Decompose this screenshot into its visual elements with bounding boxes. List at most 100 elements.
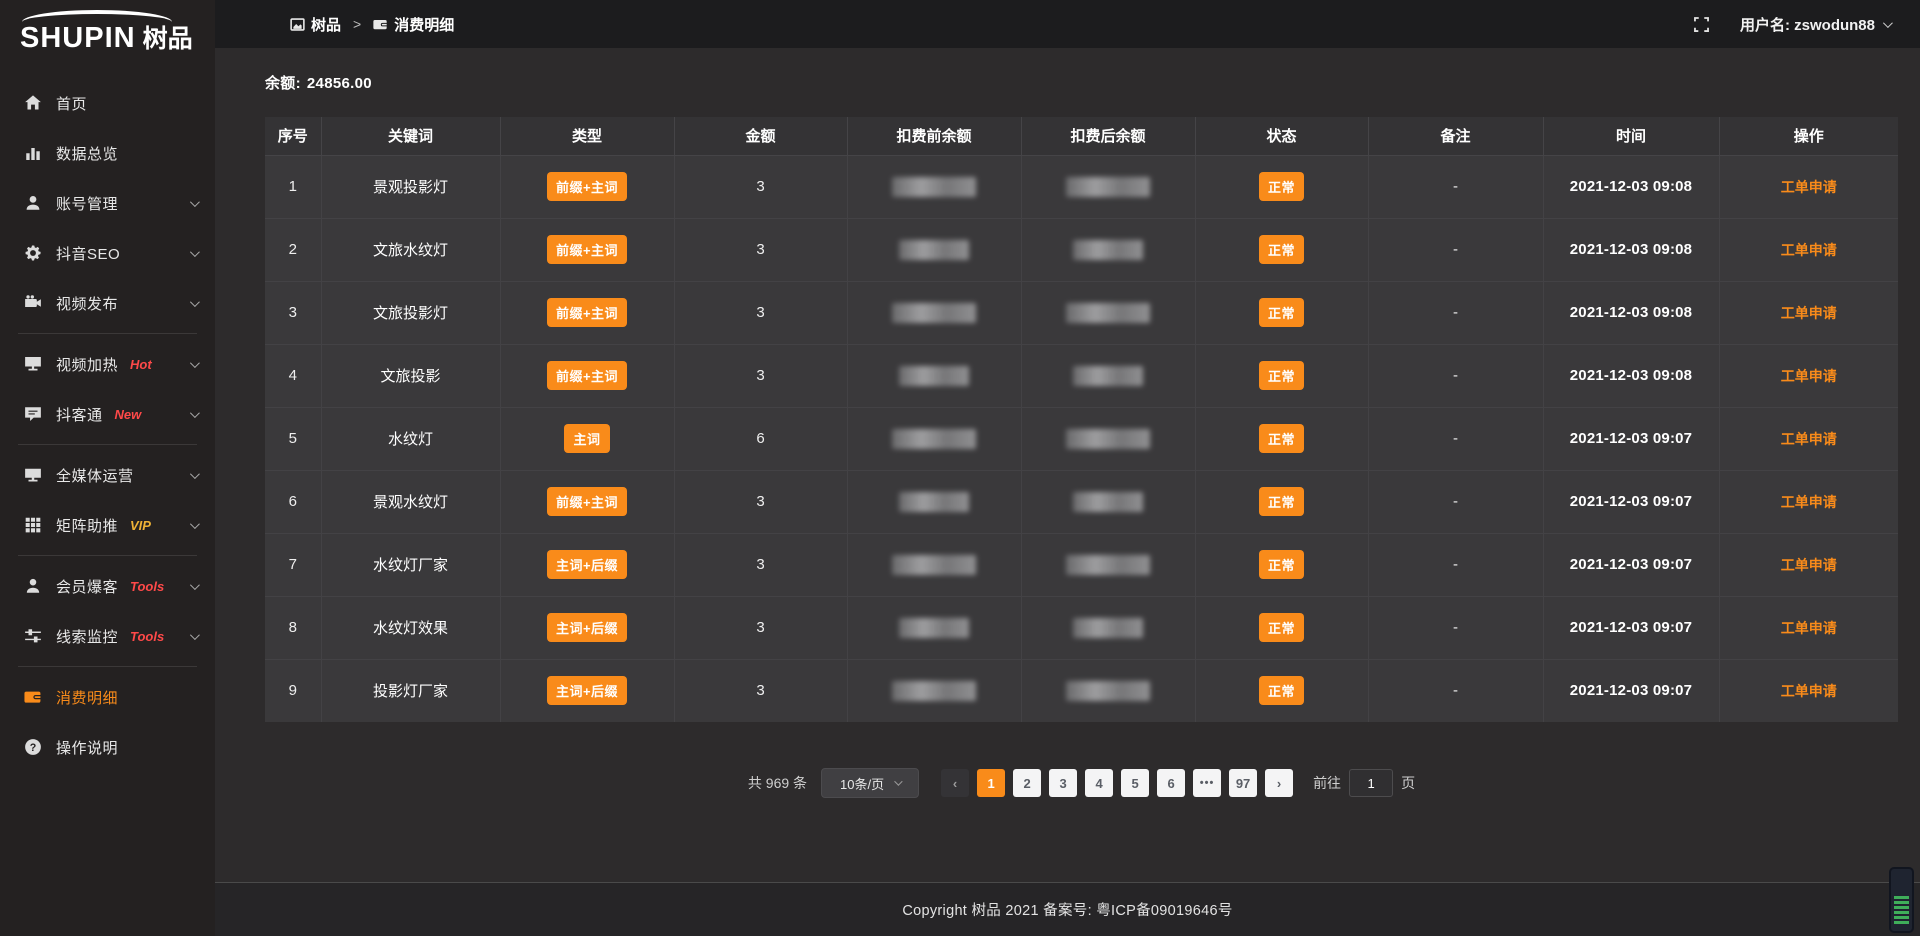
ticket-request-link[interactable]: 工单申请	[1781, 494, 1837, 510]
serial-cell: 9	[265, 659, 321, 722]
status-cell: 正常	[1195, 218, 1368, 281]
next-page-button[interactable]: ›	[1265, 769, 1293, 797]
time-cell: 2021-12-03 09:07	[1543, 596, 1719, 659]
page-button-97[interactable]: 97	[1229, 769, 1257, 797]
sidebar-item-线索监控[interactable]: 线索监控 Tools	[0, 611, 215, 661]
ticket-request-link[interactable]: 工单申请	[1781, 305, 1837, 321]
masked-balance-before	[899, 618, 969, 638]
sidebar-item-数据总览[interactable]: 数据总览	[0, 128, 215, 178]
sidebar-item-操作说明[interactable]: ? 操作说明	[0, 722, 215, 772]
status-cell: 正常	[1195, 596, 1368, 659]
user-menu[interactable]: 用户名: zswodun88	[1740, 14, 1890, 35]
balance-before-cell	[847, 218, 1021, 281]
ticket-request-link[interactable]: 工单申请	[1781, 557, 1837, 573]
serial-cell: 6	[265, 470, 321, 533]
page-button-6[interactable]: 6	[1157, 769, 1185, 797]
sidebar-item-矩阵助推[interactable]: 矩阵助推 VIP	[0, 500, 215, 550]
masked-balance-before	[892, 555, 976, 575]
type-cell: 主词+后缀	[500, 533, 674, 596]
topbar: 树品 > 消费明细 用户名: zswodun88	[215, 0, 1920, 48]
sidebar-item-会员爆客[interactable]: 会员爆客 Tools	[0, 561, 215, 611]
balance-value: 24856.00	[307, 75, 372, 92]
chevron-down-icon	[190, 630, 200, 640]
sidebar-menu: 首页 数据总览 账号管理 抖音SEO 视频发布 视频加热 Hot 抖客通 New…	[0, 78, 215, 772]
ticket-request-link[interactable]: 工单申请	[1781, 242, 1837, 258]
column-header-status: 状态	[1195, 117, 1368, 155]
breadcrumb-item-home[interactable]: 树品	[311, 14, 341, 35]
bar-chart-icon	[24, 144, 42, 162]
member-icon	[24, 577, 42, 595]
chevron-down-icon	[894, 777, 902, 785]
balance-after-cell	[1021, 218, 1195, 281]
action-cell: 工单申请	[1719, 218, 1898, 281]
type-tag: 主词+后缀	[547, 613, 627, 642]
page-button-5[interactable]: 5	[1121, 769, 1149, 797]
keyword-cell: 文旅水纹灯	[321, 218, 500, 281]
sidebar-item-抖音SEO[interactable]: 抖音SEO	[0, 228, 215, 278]
type-cell: 前缀+主词	[500, 470, 674, 533]
type-cell: 主词+后缀	[500, 596, 674, 659]
masked-balance-after	[1066, 303, 1150, 323]
time-cell: 2021-12-03 09:07	[1543, 659, 1719, 722]
type-cell: 前缀+主词	[500, 281, 674, 344]
pagination-pages: 123456 ••• 97	[973, 769, 1261, 797]
page-button-3[interactable]: 3	[1049, 769, 1077, 797]
table-row: 3 文旅投影灯 前缀+主词 3 正常 - 2021-12-03 09:08 工单…	[265, 281, 1898, 344]
status-tag: 正常	[1259, 550, 1304, 579]
table-body: 1 景观投影灯 前缀+主词 3 正常 - 2021-12-03 09:08 工单…	[265, 155, 1898, 722]
column-header-balance-after: 扣费后余额	[1021, 117, 1195, 155]
sidebar-item-抖客通[interactable]: 抖客通 New	[0, 389, 215, 439]
serial-cell: 7	[265, 533, 321, 596]
remark-cell: -	[1368, 281, 1543, 344]
time-cell: 2021-12-03 09:08	[1543, 218, 1719, 281]
ticket-request-link[interactable]: 工单申请	[1781, 431, 1837, 447]
keyword-cell: 水纹灯厂家	[321, 533, 500, 596]
balance-before-cell	[847, 596, 1021, 659]
remark-cell: -	[1368, 407, 1543, 470]
ticket-request-link[interactable]: 工单申请	[1781, 179, 1837, 195]
page-button-1[interactable]: 1	[977, 769, 1005, 797]
masked-balance-before	[892, 681, 976, 701]
remark-cell: -	[1368, 155, 1543, 218]
action-cell: 工单申请	[1719, 155, 1898, 218]
chevron-down-icon	[190, 297, 200, 307]
sidebar-item-视频发布[interactable]: 视频发布	[0, 278, 215, 328]
corner-widget[interactable]	[1889, 867, 1914, 933]
table-row: 5 水纹灯 主词 6 正常 - 2021-12-03 09:07 工单申请	[265, 407, 1898, 470]
page-button-4[interactable]: 4	[1085, 769, 1113, 797]
sidebar-item-视频加热[interactable]: 视频加热 Hot	[0, 339, 215, 389]
balance-after-cell	[1021, 344, 1195, 407]
serial-cell: 4	[265, 344, 321, 407]
ticket-request-link[interactable]: 工单申请	[1781, 368, 1837, 384]
app-icon	[290, 17, 305, 32]
column-header-amount: 金额	[674, 117, 847, 155]
pagination-total: 共 969 条	[748, 773, 807, 793]
sidebar-item-账号管理[interactable]: 账号管理	[0, 178, 215, 228]
ticket-request-link[interactable]: 工单申请	[1781, 620, 1837, 636]
logo-text-cn: 树品	[143, 19, 193, 55]
goto-page-input[interactable]	[1349, 769, 1393, 797]
page-size-select[interactable]: 10条/页	[821, 768, 919, 798]
remark-cell: -	[1368, 470, 1543, 533]
page-button-2[interactable]: 2	[1013, 769, 1041, 797]
action-cell: 工单申请	[1719, 407, 1898, 470]
sidebar-item-首页[interactable]: 首页	[0, 78, 215, 128]
action-cell: 工单申请	[1719, 659, 1898, 722]
remark-cell: -	[1368, 218, 1543, 281]
sidebar-item-消费明细[interactable]: 消费明细	[0, 672, 215, 722]
remark-cell: -	[1368, 596, 1543, 659]
type-tag: 主词	[564, 424, 609, 453]
status-cell: 正常	[1195, 281, 1368, 344]
sidebar-item-全媒体运营[interactable]: 全媒体运营	[0, 450, 215, 500]
fullscreen-icon[interactable]	[1693, 16, 1710, 33]
status-cell: 正常	[1195, 407, 1368, 470]
ticket-request-link[interactable]: 工单申请	[1781, 683, 1837, 699]
page-button-•••[interactable]: •••	[1193, 769, 1221, 797]
masked-balance-after	[1066, 555, 1150, 575]
type-tag: 前缀+主词	[547, 235, 627, 264]
corner-widget-stripes	[1894, 896, 1909, 926]
wallet-icon	[373, 17, 388, 32]
previous-page-button[interactable]: ‹	[941, 769, 969, 797]
balance-after-cell	[1021, 407, 1195, 470]
status-cell: 正常	[1195, 659, 1368, 722]
